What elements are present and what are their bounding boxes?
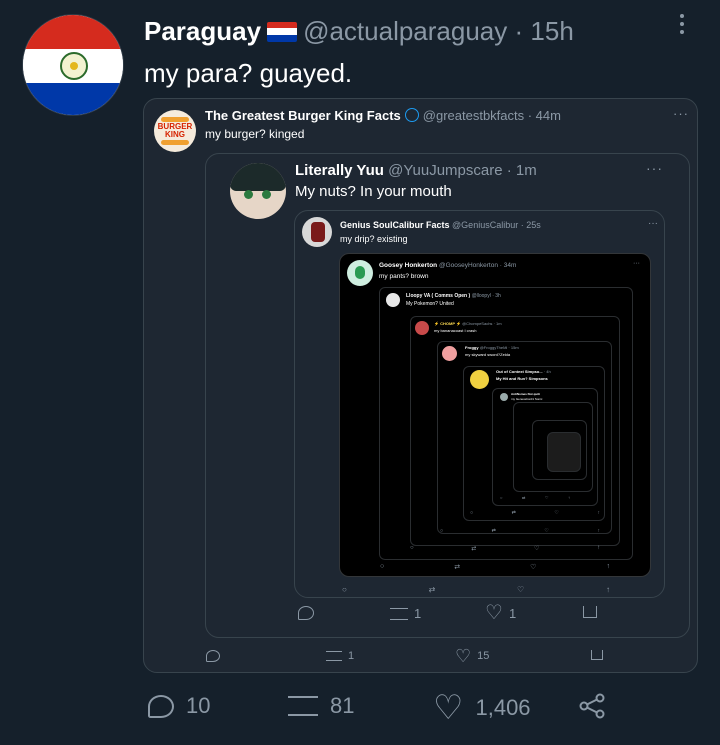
share-icon: [583, 606, 597, 618]
tweet-action-bar: 10 81 1,406: [148, 693, 618, 733]
retweet-button[interactable]: 1: [326, 650, 354, 662]
like-button[interactable]: 15: [455, 648, 489, 664]
reply-count: 10: [186, 693, 211, 718]
quote-text: my Genevebord1 Sonic: [511, 397, 543, 401]
quote-author-name[interactable]: ⚡ CHOMP ⚡: [434, 321, 461, 326]
avatar[interactable]: [415, 321, 429, 335]
quote-author-line: Lloopy VA ( Comms Open ) @lloopyl · 3h: [406, 293, 501, 299]
quote-author-handle[interactable]: @GooseyHonkerton · 34m: [439, 262, 516, 269]
action-row-mini: ○ ⇄ ♡ ↑: [380, 563, 610, 571]
retweet-button[interactable]: 81: [288, 693, 354, 719]
action-row-soulcalibur: ○ ⇄ ♡ ↑: [342, 585, 610, 594]
like-button[interactable]: 1: [485, 604, 516, 622]
quote-author-name[interactable]: The Greatest Burger King Facts: [205, 108, 401, 123]
reply-button[interactable]: [298, 606, 314, 620]
avatar[interactable]: [302, 217, 332, 247]
quote-text: my burger? kinged: [205, 127, 305, 141]
like-count: 15: [477, 650, 490, 662]
quote-author-handle[interactable]: @lloopyl · 3h: [472, 293, 501, 299]
share-button[interactable]: [578, 693, 606, 719]
author-name[interactable]: Paraguay: [144, 16, 261, 46]
quote-author-line: ⚡ CHOMP ⚡ @ChompeSachs · 1m: [434, 321, 502, 326]
more-icon[interactable]: ···: [673, 106, 689, 121]
action-row-mini: ○ ⇄ ♡ ↑: [500, 495, 570, 500]
logo-word-king: KING: [165, 130, 185, 139]
quote-author-name[interactable]: Goosey Honkerton: [379, 262, 437, 269]
quote-author-line: Froggy @FroggyTheMi · 15m: [465, 345, 519, 350]
more-icon[interactable]: [675, 14, 689, 34]
share-button[interactable]: [591, 650, 603, 660]
share-button[interactable]: [583, 606, 597, 618]
retweet-count: 81: [330, 693, 355, 718]
paraguay-seal-icon: [60, 52, 88, 80]
quote-author-name[interactable]: Lloopy VA ( Comms Open ): [406, 293, 470, 299]
action-row-mini: ○ ⇄ ♡ ↑: [440, 528, 600, 534]
quote-author-handle[interactable]: @FroggyTheMi · 15m: [480, 345, 519, 350]
like-button[interactable]: 1,406: [433, 693, 531, 723]
quote-author-handle[interactable]: @ChompeSachs · 1m: [462, 321, 501, 326]
quote-text: my skyward sword?Zelda: [465, 352, 511, 357]
heart-icon: [485, 604, 503, 622]
share-icon: [579, 693, 605, 719]
quote-author-line: Goosey Honkerton @GooseyHonkerton · 34m: [379, 261, 516, 270]
flag-band-blue: [23, 83, 123, 115]
avatar[interactable]: [386, 293, 400, 307]
quote-author-name[interactable]: Froggy: [465, 345, 479, 350]
share-icon: [591, 650, 603, 660]
quote-author-handle[interactable]: @YuuJumpscare · 1m: [388, 162, 537, 179]
action-row-mini: ○ ⇄ ♡ ↑: [410, 545, 600, 552]
like-count: 1,406: [475, 695, 531, 720]
quote-author-line: Genius SoulCalibur Facts @GeniusCalibur …: [340, 219, 541, 231]
tweet-text: my para? guayed.: [144, 58, 353, 88]
quote-text: my drip? existing: [340, 234, 408, 244]
quote-author-handle[interactable]: @greatestbkfacts · 44m: [423, 108, 561, 123]
reply-button[interactable]: [206, 650, 220, 662]
retweet-count: 1: [414, 606, 422, 621]
quote-author-name[interactable]: Literally Yuu: [295, 162, 384, 179]
quote-text: My Hit and Run? Simpsons: [496, 376, 548, 381]
flag-band-red: [23, 15, 123, 49]
avatar[interactable]: [442, 346, 457, 361]
quote-author-name[interactable]: AntiNomes Not quiti: [511, 392, 540, 396]
more-icon[interactable]: ···: [633, 260, 640, 267]
reply-icon: [148, 694, 174, 718]
heart-icon: [455, 648, 471, 664]
globe-icon: [404, 108, 419, 122]
author-handle[interactable]: @actualparaguay: [303, 16, 507, 46]
quote-text: my pants? brown: [379, 273, 429, 280]
like-count: 1: [508, 605, 517, 621]
quote-author-name[interactable]: Out of Context Simpso...: [496, 369, 543, 374]
quote-text: my bananacoast I crash: [434, 328, 477, 333]
retweet-icon: [390, 607, 408, 620]
retweet-button[interactable]: 1: [390, 606, 421, 621]
quote-text: My Pokemon? United: [406, 301, 454, 307]
avatar[interactable]: [347, 260, 373, 286]
burger-king-logo: BURGER KING: [154, 110, 196, 152]
quote-author-handle[interactable]: @GeniusCalibur · 25s: [452, 220, 541, 230]
reply-icon: [298, 606, 314, 620]
quote-text: My nuts? In your mouth: [295, 183, 452, 200]
more-icon[interactable]: ···: [648, 218, 658, 229]
avatar[interactable]: [230, 163, 286, 219]
quote-author-line: The Greatest Burger King Facts @greatestb…: [205, 107, 561, 125]
tweet-time[interactable]: · 15h: [515, 16, 574, 46]
author-line: Paraguay @actualparaguay · 15h: [144, 14, 574, 48]
quote-author-line: Literally Yuu @YuuJumpscare · 1m: [295, 161, 537, 181]
reply-button[interactable]: 10: [148, 693, 210, 719]
avatar[interactable]: [22, 14, 124, 116]
retweet-icon: [326, 651, 342, 661]
retweet-count: 1: [348, 650, 355, 662]
more-icon[interactable]: ···: [646, 160, 663, 176]
paraguay-flag-icon: [267, 21, 298, 42]
avatar[interactable]: [470, 370, 489, 389]
quoted-tweet-nested[interactable]: [547, 432, 581, 472]
quote-author-name[interactable]: Genius SoulCalibur Facts: [340, 220, 450, 230]
quote-author-line: Out of Context Simpso... · 4h: [496, 369, 551, 374]
avatar[interactable]: [500, 393, 508, 401]
action-row-mini: ○ ⇄ ♡ ↑: [470, 510, 600, 516]
reply-icon: [206, 650, 220, 662]
retweet-icon: [288, 696, 318, 716]
quote-author-handle[interactable]: · 4h: [544, 369, 551, 374]
heart-icon: [433, 693, 463, 723]
